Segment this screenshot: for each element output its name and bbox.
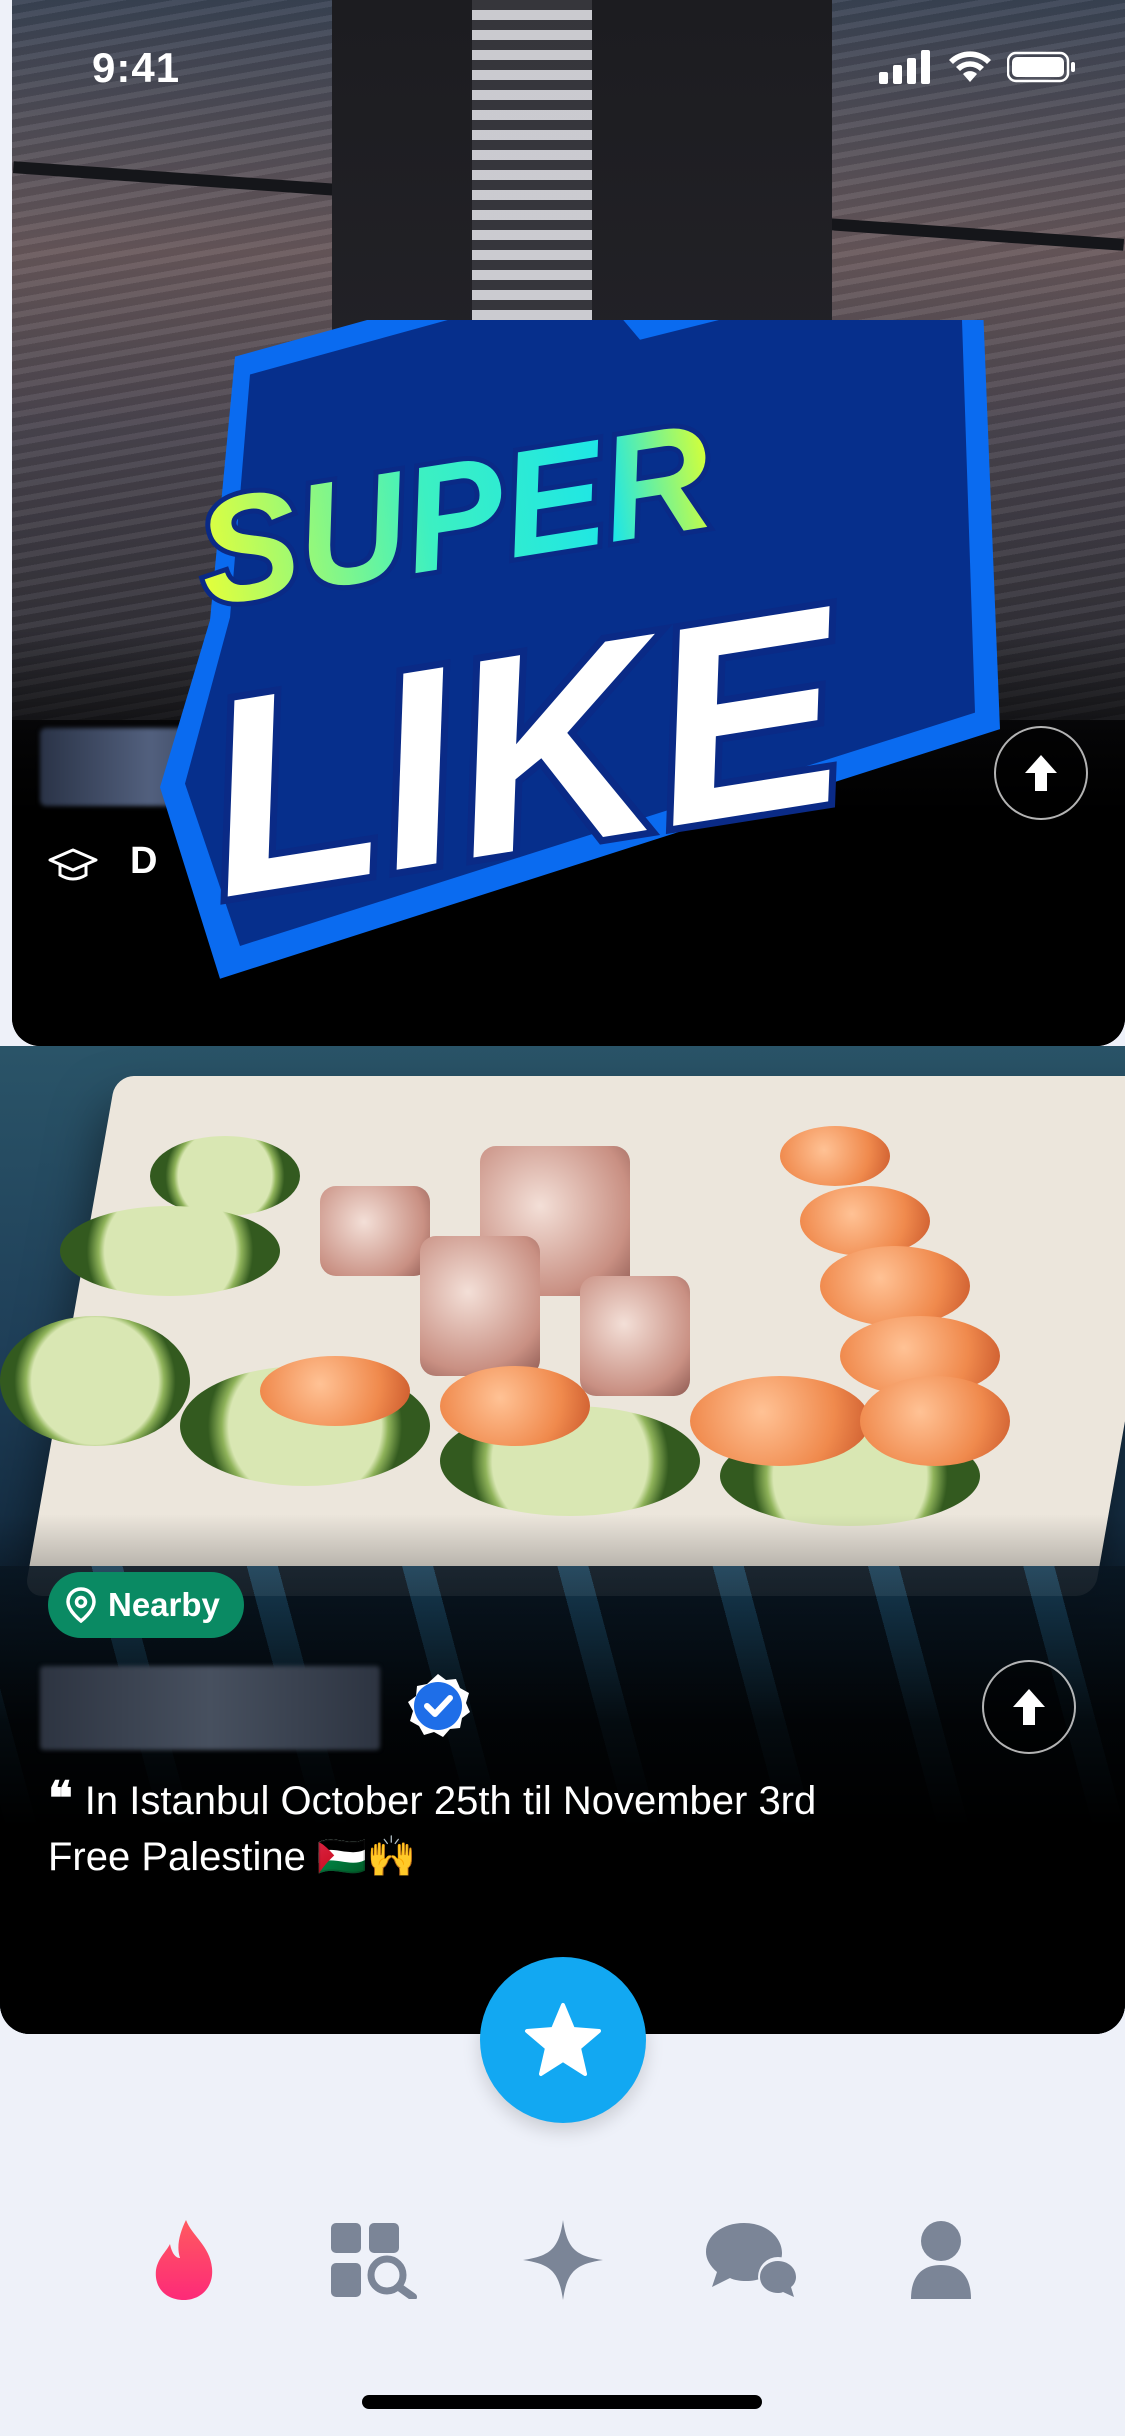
profile-icon bbox=[910, 2221, 971, 2299]
arrow-up-icon bbox=[1025, 755, 1057, 791]
nearby-label: Nearby bbox=[108, 1586, 220, 1623]
flame-icon bbox=[155, 2220, 212, 2300]
super-like-stamp: SUPER LIKE bbox=[160, 320, 1000, 979]
arrow-up-icon bbox=[1013, 1689, 1045, 1725]
tab-messages[interactable] bbox=[697, 2205, 807, 2315]
open-profile-button[interactable] bbox=[982, 1660, 1076, 1754]
status-time: 9:41 bbox=[92, 44, 181, 91]
photo-detail bbox=[860, 1376, 1010, 1466]
photo-detail bbox=[780, 1126, 890, 1186]
photo-detail bbox=[320, 1186, 430, 1276]
status-bar: 9:41 bbox=[0, 0, 1125, 140]
photo-detail bbox=[150, 1136, 300, 1216]
photo-detail bbox=[260, 1356, 410, 1426]
photo-detail bbox=[420, 1236, 540, 1376]
chat-icon bbox=[705, 2223, 798, 2297]
tab-gold[interactable] bbox=[508, 2205, 618, 2315]
tab-swipe[interactable] bbox=[130, 2205, 240, 2315]
bio-line-1: In Istanbul October 25th til November 3r… bbox=[84, 1779, 817, 1823]
tab-profile[interactable] bbox=[886, 2205, 996, 2315]
photo-detail bbox=[60, 1206, 280, 1296]
wifi-icon bbox=[949, 51, 991, 82]
profile-card[interactable] bbox=[0, 1046, 1125, 2034]
battery-icon bbox=[1007, 51, 1075, 83]
open-profile-button[interactable] bbox=[994, 726, 1088, 820]
explore-icon bbox=[330, 2223, 417, 2299]
super-like-button[interactable] bbox=[480, 1957, 646, 2123]
nearby-badge: Nearby bbox=[48, 1572, 244, 1638]
bio-line-2: Free Palestine 🇵🇸🙌 bbox=[48, 1835, 417, 1879]
tab-bar bbox=[0, 2180, 1125, 2340]
photo-detail bbox=[580, 1276, 690, 1396]
photo-detail bbox=[690, 1376, 870, 1466]
photo-detail bbox=[440, 1366, 590, 1446]
graduation-cap-icon bbox=[48, 848, 98, 881]
signal-icon bbox=[879, 50, 930, 84]
star-icon bbox=[525, 2003, 601, 2076]
profile-bio: ❝ In Istanbul October 25th til November 3… bbox=[48, 1770, 1048, 1885]
location-pin-icon bbox=[66, 1587, 96, 1623]
quote-icon: ❝ bbox=[48, 1772, 73, 1824]
blurred-name bbox=[40, 1666, 380, 1750]
photo-detail bbox=[800, 1186, 930, 1256]
photo-detail bbox=[820, 1246, 970, 1326]
photo-detail bbox=[0, 1316, 190, 1446]
tab-explore[interactable] bbox=[319, 2205, 429, 2315]
verified-icon bbox=[408, 1674, 470, 1737]
home-indicator bbox=[362, 2395, 762, 2409]
status-icons bbox=[879, 50, 1077, 84]
sparkle-icon bbox=[522, 2220, 603, 2300]
